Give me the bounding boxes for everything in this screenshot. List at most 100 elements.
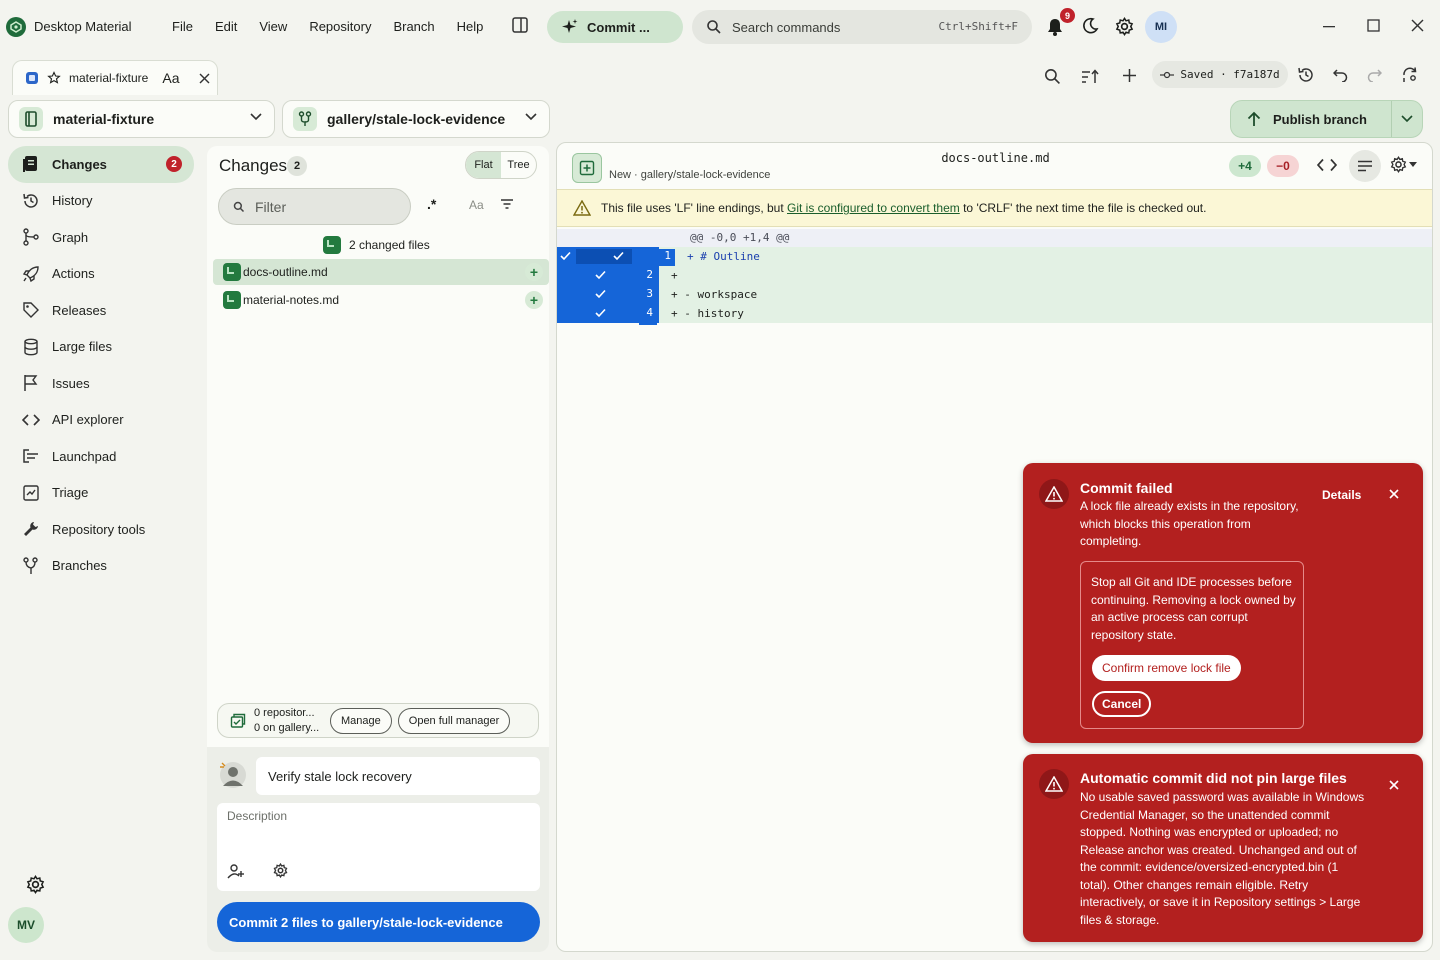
sidebar-item-releases[interactable]: Releases <box>8 292 194 329</box>
close-tab-icon[interactable] <box>199 73 210 84</box>
cancel-button[interactable]: Cancel <box>1092 691 1152 717</box>
sidebar-item-repository-tools[interactable]: Repository tools <box>8 511 194 548</box>
toast-body: No usable saved password was available i… <box>1080 790 1365 927</box>
branch-selector[interactable]: gallery/stale-lock-evidence <box>282 100 550 138</box>
history-restore-icon[interactable] <box>1297 66 1315 84</box>
settings-gear-icon[interactable] <box>1115 17 1134 36</box>
sidebar-item-actions[interactable]: Actions <box>8 256 194 293</box>
add-coauthor-icon[interactable] <box>227 863 245 879</box>
wrench-icon <box>24 522 38 537</box>
line-check-icon[interactable] <box>613 251 624 261</box>
font-toggle-button[interactable]: Aa <box>162 70 179 86</box>
commit-failed-toast: Commit failed A lock file already exists… <box>1023 463 1423 743</box>
deletions-count: −0 <box>1267 155 1299 177</box>
redo-icon[interactable] <box>1367 68 1382 82</box>
sidebar-item-branches[interactable]: Branches <box>8 548 194 585</box>
diff-line[interactable]: 4 + - history <box>557 304 1432 325</box>
sidebar-item-issues[interactable]: Issues <box>8 365 194 402</box>
close-toast-icon[interactable] <box>1389 489 1399 499</box>
menu-file[interactable]: File <box>172 19 193 34</box>
confirm-remove-lock-button[interactable]: Confirm remove lock file <box>1092 655 1241 681</box>
manage-stash-button[interactable]: Manage <box>330 707 392 734</box>
star-icon[interactable] <box>47 71 61 85</box>
sidebar-item-triage[interactable]: Triage <box>8 475 194 512</box>
code-view-icon[interactable] <box>1317 158 1337 172</box>
sidebar-item-changes[interactable]: Changes 2 <box>8 146 194 183</box>
tab-material-fixture[interactable]: material-fixture Aa <box>12 60 218 95</box>
diff-line[interactable]: 3 + - workspace <box>557 285 1432 306</box>
view-tree-button[interactable]: Tree <box>501 152 536 178</box>
sidebar-item-launchpad[interactable]: Launchpad <box>8 438 194 475</box>
add-icon[interactable] <box>1122 68 1137 83</box>
git-config-link[interactable]: Git is configured to convert them <box>787 201 960 215</box>
diff-file-subtitle: New · gallery/stale-lock-evidence <box>609 169 771 181</box>
commit-assistant-button[interactable]: Commit ... <box>547 11 683 43</box>
search-files-icon[interactable] <box>1044 68 1061 85</box>
user-avatar[interactable]: MI <box>1145 11 1177 43</box>
panel-toggle-icon[interactable] <box>511 16 529 34</box>
menu-view[interactable]: View <box>259 19 287 34</box>
search-shortcut: Ctrl+Shift+F <box>938 20 1018 33</box>
file-row-docs-outline[interactable]: docs-outline.md + <box>213 259 549 285</box>
app-name: Desktop Material <box>34 19 132 34</box>
search-icon <box>707 20 721 34</box>
file-checkbox[interactable] <box>223 263 241 281</box>
account-avatar[interactable]: MV <box>8 907 44 943</box>
line-check-icon[interactable] <box>595 308 606 318</box>
stash-summary-bar: 0 repositor... 0 on gallery... Manage Op… <box>217 703 539 738</box>
publish-branch-button[interactable]: Publish branch <box>1231 101 1393 137</box>
menu-help[interactable]: Help <box>457 19 484 34</box>
commit-summary-input[interactable]: Verify stale lock recovery <box>256 757 540 795</box>
view-flat-button[interactable]: Flat <box>466 152 501 178</box>
maximize-icon[interactable] <box>1367 19 1380 32</box>
open-full-manager-button[interactable]: Open full manager <box>397 707 511 734</box>
repository-selector[interactable]: material-fixture <box>8 100 275 138</box>
file-row-material-notes[interactable]: material-notes.md + <box>213 287 549 313</box>
stash-icon <box>230 713 246 728</box>
close-toast-icon[interactable] <box>1389 780 1399 790</box>
diff-line[interactable]: 1 + # Outline <box>557 247 1432 268</box>
toast-details-button[interactable]: Details <box>1322 488 1361 502</box>
sidebar-nav: Changes 2 History Graph Actions Releases… <box>8 146 194 584</box>
changes-count: 2 <box>287 156 307 176</box>
line-check-icon[interactable] <box>595 270 606 280</box>
filter-input[interactable]: Filter <box>218 188 411 225</box>
publish-options-chevron-icon[interactable] <box>1392 115 1422 123</box>
file-checkbox[interactable] <box>223 291 241 309</box>
sidebar-item-history[interactable]: History <box>8 183 194 220</box>
triage-icon <box>23 485 39 501</box>
sidebar-item-api-explorer[interactable]: API explorer <box>8 402 194 439</box>
diff-settings-gear-icon[interactable] <box>1390 156 1417 173</box>
line-check-icon[interactable] <box>560 251 571 261</box>
minimize-icon[interactable] <box>1323 26 1335 28</box>
close-window-icon[interactable] <box>1411 19 1424 32</box>
wrap-lines-icon[interactable] <box>1349 150 1381 182</box>
changes-title: Changes <box>219 156 288 175</box>
command-search-input[interactable]: Search commands Ctrl+Shift+F <box>692 10 1032 44</box>
commit-button[interactable]: Commit 2 files to gallery/stale-lock-evi… <box>217 902 540 942</box>
app-settings-gear-icon[interactable] <box>26 875 45 894</box>
sync-settings-icon[interactable] <box>1401 66 1419 84</box>
line-check-icon[interactable] <box>595 289 606 299</box>
select-all-checkbox[interactable] <box>323 236 341 254</box>
chevron-down-icon <box>250 113 262 121</box>
filter-options-icon[interactable] <box>500 198 514 210</box>
diff-line[interactable]: 2 + <box>557 266 1432 287</box>
dark-mode-icon[interactable] <box>1081 17 1099 35</box>
notification-badge: 9 <box>1060 8 1075 23</box>
changes-icon <box>23 156 37 173</box>
sort-icon[interactable] <box>1081 68 1100 85</box>
menu-repository[interactable]: Repository <box>309 19 371 34</box>
sidebar-item-large-files[interactable]: Large files <box>8 329 194 366</box>
commit-options-gear-icon[interactable] <box>273 863 288 878</box>
undo-icon[interactable] <box>1333 68 1348 82</box>
branches-icon <box>23 557 38 574</box>
flag-icon <box>24 375 38 392</box>
menu-branch[interactable]: Branch <box>393 19 434 34</box>
sidebar-item-graph[interactable]: Graph <box>8 219 194 256</box>
changed-files-summary[interactable]: 2 changed files <box>323 236 430 254</box>
regex-toggle[interactable]: .* <box>427 196 436 212</box>
menu-edit[interactable]: Edit <box>215 19 237 34</box>
commit-description-input[interactable]: Description <box>217 803 540 891</box>
case-sensitive-toggle[interactable]: Aa <box>469 198 484 212</box>
